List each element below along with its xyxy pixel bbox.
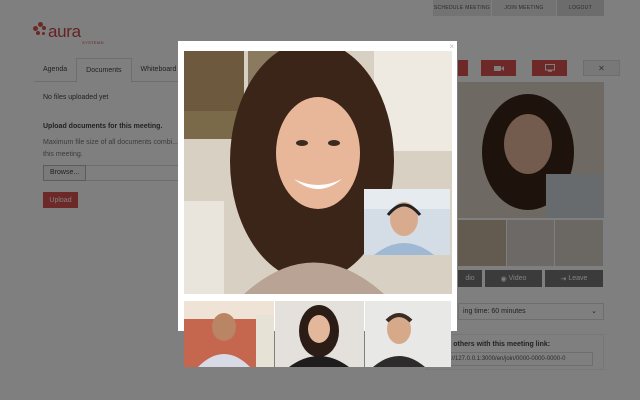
self-view-image [364, 189, 450, 255]
participant-tile[interactable] [365, 301, 451, 367]
self-view-video[interactable] [364, 189, 450, 255]
participant-strip [184, 301, 452, 367]
close-icon[interactable]: × [449, 42, 454, 51]
participant-tile[interactable] [184, 301, 274, 367]
participant-tile[interactable] [275, 301, 364, 367]
video-modal: × [178, 41, 457, 367]
participant-image [365, 301, 451, 367]
main-speaker-image [184, 51, 452, 294]
main-speaker-video [184, 51, 452, 294]
participant-image [275, 301, 364, 367]
participant-image [184, 301, 274, 367]
